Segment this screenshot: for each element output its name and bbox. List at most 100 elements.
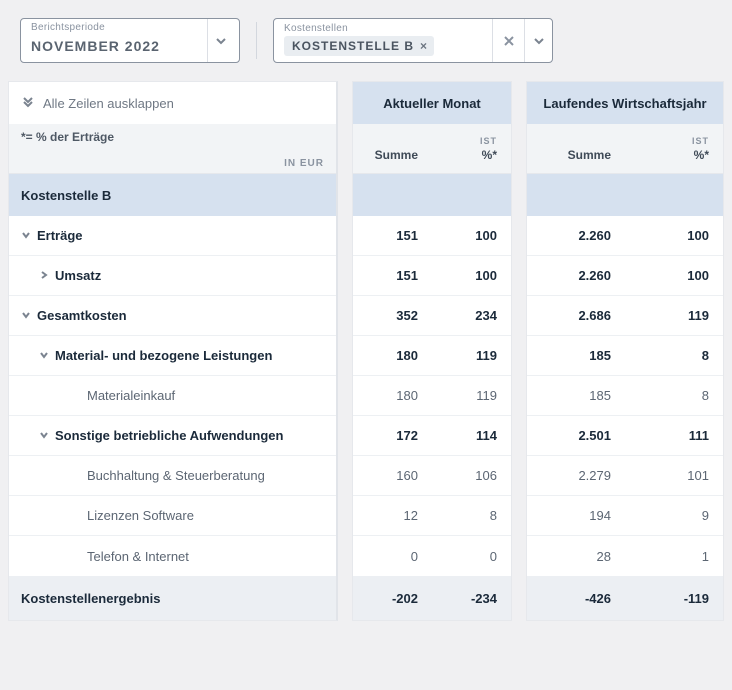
cell-sum: 352 xyxy=(353,296,432,335)
cell-sum: 2.279 xyxy=(527,456,625,495)
cell-pct: 0 xyxy=(432,536,511,576)
table-row: 180 119 xyxy=(353,336,511,376)
cell-pct: 8 xyxy=(625,336,723,375)
cell-pct: 100 xyxy=(625,256,723,295)
table-row: Telefon & Internet xyxy=(9,536,336,576)
cell-sum: 12 xyxy=(353,496,432,535)
chevron-down-icon[interactable] xyxy=(207,19,233,62)
table-row[interactable]: Sonstige betriebliche Aufwendungen xyxy=(9,416,336,456)
cell-sum: 2.260 xyxy=(527,256,625,295)
month-heading: Aktueller Monat xyxy=(353,82,511,124)
table-row: 172 114 xyxy=(353,416,511,456)
cell-pct: 106 xyxy=(432,456,511,495)
table-row: 194 9 xyxy=(527,496,723,536)
total-label: Kostenstellenergebnis xyxy=(9,576,336,620)
costcenter-select[interactable]: Kostenstellen KOSTENSTELLE B × xyxy=(273,18,553,63)
table-row: 2.501 111 xyxy=(527,416,723,456)
row-label: Sonstige betriebliche Aufwendungen xyxy=(55,428,283,443)
cell-sum: 28 xyxy=(527,536,625,576)
label-column: Alle Zeilen ausklappen *= % der Erträge … xyxy=(8,81,338,621)
col-header-pct: %* xyxy=(694,148,709,162)
row-label: Material- und bezogene Leistungen xyxy=(55,348,272,363)
table-row[interactable]: Material- und bezogene Leistungen xyxy=(9,336,336,376)
year-total-sum: -426 xyxy=(527,576,625,620)
period-select[interactable]: Berichtsperiode NOVEMBER 2022 xyxy=(20,18,240,63)
expand-all-button[interactable]: Alle Zeilen ausklappen xyxy=(9,82,336,124)
row-label: Umsatz xyxy=(55,268,101,283)
cell-pct: 119 xyxy=(625,296,723,335)
table-row: Buchhaltung & Steuerberatung xyxy=(9,456,336,496)
table-row: 2.686 119 xyxy=(527,296,723,336)
cell-sum: 2.686 xyxy=(527,296,625,335)
clear-icon[interactable] xyxy=(492,19,524,62)
cell-pct: 119 xyxy=(432,336,511,375)
currency-unit: IN EUR xyxy=(284,158,324,169)
period-label: Berichtsperiode xyxy=(31,22,105,33)
year-column: Laufendes Wirtschaftsjahr Summe IST %* 2… xyxy=(526,81,724,621)
cell-pct: 100 xyxy=(432,256,511,295)
costcenter-label: Kostenstellen xyxy=(284,23,482,34)
chevron-down-icon[interactable] xyxy=(524,19,552,62)
cell-pct: 234 xyxy=(432,296,511,335)
chevron-down-icon xyxy=(39,428,49,443)
table-row: 185 8 xyxy=(527,336,723,376)
cell-pct: 114 xyxy=(432,416,511,455)
table-row: 28 1 xyxy=(527,536,723,576)
month-column: Aktueller Monat Summe IST %* 151 100 xyxy=(352,81,512,621)
cell-pct: 111 xyxy=(625,416,723,455)
month-total-sum: -202 xyxy=(353,576,432,620)
chevron-down-icon xyxy=(21,228,31,243)
divider xyxy=(256,22,257,59)
table-row: 12 8 xyxy=(353,496,511,536)
cell-sum: 180 xyxy=(353,336,432,375)
table-row[interactable]: Erträge xyxy=(9,216,336,256)
table-row: 2.260 100 xyxy=(527,256,723,296)
row-label: Erträge xyxy=(37,228,83,243)
cell-pct: 100 xyxy=(432,216,511,255)
table-row: 352 234 xyxy=(353,296,511,336)
col-header-pct: %* xyxy=(482,148,497,162)
cell-sum: 194 xyxy=(527,496,625,535)
cell-sum: 0 xyxy=(353,536,432,576)
chevron-down-icon xyxy=(21,308,31,323)
cell-pct: 9 xyxy=(625,496,723,535)
cell-pct: 1 xyxy=(625,536,723,576)
costcenter-chip: KOSTENSTELLE B × xyxy=(284,36,434,56)
table-row: 2.279 101 xyxy=(527,456,723,496)
row-label: Materialeinkauf xyxy=(87,388,175,403)
col-header-ist: IST xyxy=(480,136,497,146)
cell-pct: 100 xyxy=(625,216,723,255)
table-row[interactable]: Umsatz xyxy=(9,256,336,296)
year-total: -426 -119 xyxy=(527,576,723,620)
table-row: Lizenzen Software xyxy=(9,496,336,536)
filter-bar: Berichtsperiode NOVEMBER 2022 Kostenstel… xyxy=(0,0,732,81)
cell-sum: 180 xyxy=(353,376,432,415)
chip-remove-icon[interactable]: × xyxy=(420,39,428,53)
table-row: 2.260 100 xyxy=(527,216,723,256)
cell-sum: 2.501 xyxy=(527,416,625,455)
table-row: Materialeinkauf xyxy=(9,376,336,416)
cell-pct: 8 xyxy=(625,376,723,415)
cell-sum: 151 xyxy=(353,256,432,295)
col-header-ist: IST xyxy=(692,136,709,146)
table-row: 160 106 xyxy=(353,456,511,496)
cell-sum: 185 xyxy=(527,336,625,375)
cell-sum: 172 xyxy=(353,416,432,455)
expand-all-label: Alle Zeilen ausklappen xyxy=(43,96,174,111)
table-row: 151 100 xyxy=(353,256,511,296)
cell-sum: 160 xyxy=(353,456,432,495)
table-row: 180 119 xyxy=(353,376,511,416)
cell-sum: 185 xyxy=(527,376,625,415)
cell-sum: 151 xyxy=(353,216,432,255)
double-chevron-down-icon xyxy=(21,95,35,112)
cell-sum: 2.260 xyxy=(527,216,625,255)
period-value: NOVEMBER 2022 xyxy=(31,38,160,54)
table-row: 151 100 xyxy=(353,216,511,256)
table-row[interactable]: Gesamtkosten xyxy=(9,296,336,336)
report-table: Alle Zeilen ausklappen *= % der Erträge … xyxy=(0,81,732,627)
cell-pct: 101 xyxy=(625,456,723,495)
table-row: 185 8 xyxy=(527,376,723,416)
col-header-sum: Summe xyxy=(568,148,611,162)
costcenter-chip-label: KOSTENSTELLE B xyxy=(292,39,414,53)
year-total-pct: -119 xyxy=(625,576,723,620)
